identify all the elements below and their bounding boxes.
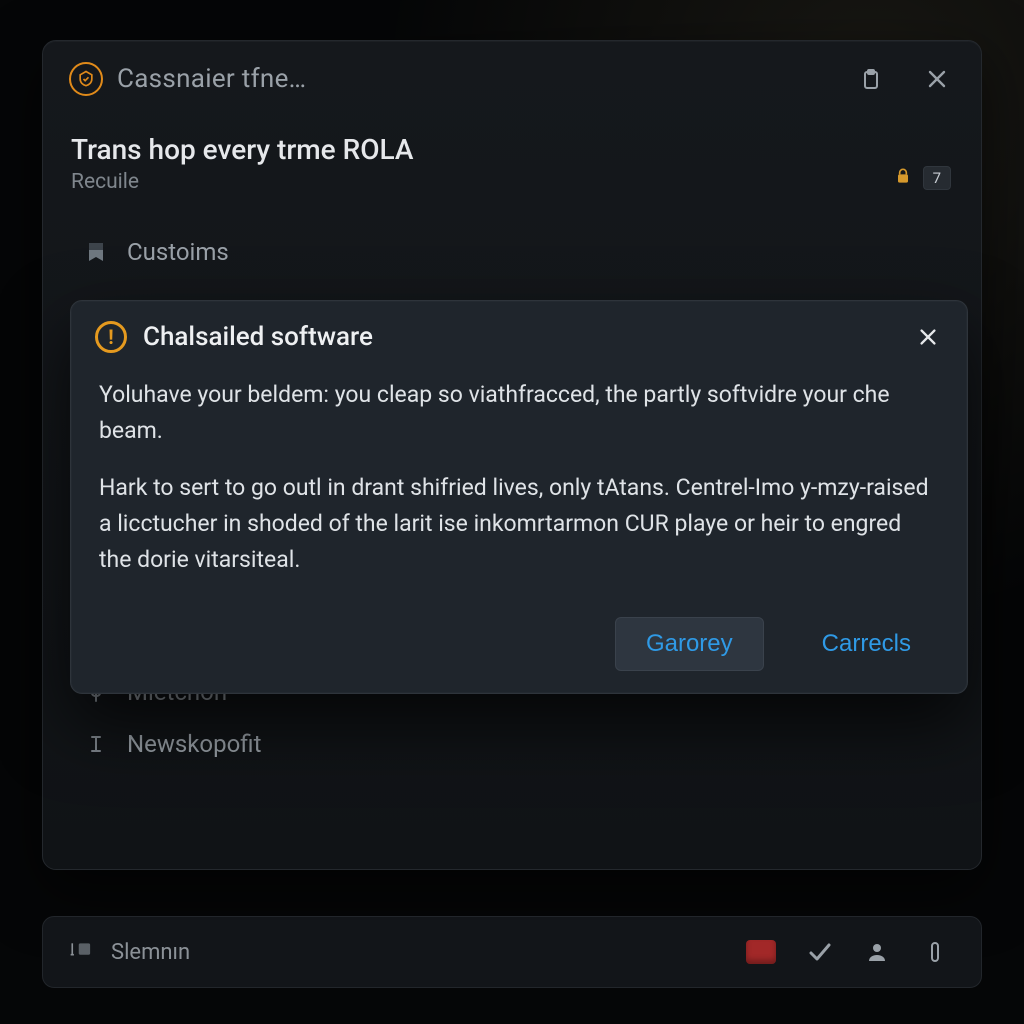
bookmark-icon [83,239,109,265]
profile-button[interactable] [857,932,897,972]
app-title: Cassnaier tfne… [117,64,306,94]
text-cursor-icon [83,731,109,757]
lock-icon [893,165,913,191]
panel-header: Cassnaier tfne… [43,41,981,117]
counter-icon [69,936,95,968]
device-button[interactable] [915,932,955,972]
dialog-body: Yoluhave your beldem: you cleap so viath… [71,359,967,605]
dialog-title: Chalsailed software [143,322,373,352]
menu-item-label: Newskopofit [127,730,261,758]
dialog-paragraph: Yoluhave your beldem: you cleap so viath… [99,377,939,448]
alert-dialog: ! Chalsailed software Yoluhave your beld… [70,300,968,694]
bottombar-label: Slemnın [111,940,190,965]
menu-item-customs[interactable]: Custoims [77,230,953,274]
badge-row: 7 [893,165,951,191]
menu-item-newskopofit[interactable]: Newskopofit [77,722,953,766]
warning-icon: ! [95,321,127,353]
bottom-bar: Slemnın [42,916,982,988]
clipboard-button[interactable] [853,61,889,97]
brand-icon [69,62,103,96]
page-subtitle: Recuile [71,170,953,194]
menu-item-label: Custoims [127,238,229,266]
secondary-action-button[interactable]: Carrecls [792,618,941,670]
close-button[interactable] [919,61,955,97]
record-button[interactable] [741,932,781,972]
primary-action-button[interactable]: Garorey [615,617,764,671]
dialog-paragraph: Hark to sert to go outl in drant shifrie… [99,470,939,577]
dialog-actions: Garorey Carrecls [71,605,967,693]
dialog-close-button[interactable] [913,322,943,352]
bottombar-left[interactable]: Slemnın [69,936,190,968]
record-icon [746,940,776,964]
check-button[interactable] [799,932,839,972]
page-title: Trans hop every trme ROLA [71,133,953,166]
count-badge: 7 [923,166,951,190]
